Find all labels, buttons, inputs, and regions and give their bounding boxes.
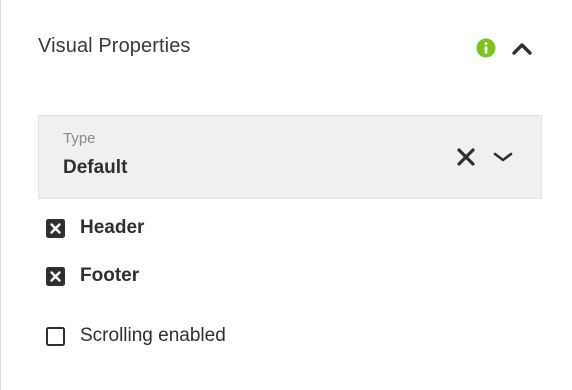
clear-selection-button[interactable] — [455, 146, 477, 168]
header-checkbox-row[interactable]: Header — [46, 217, 446, 241]
panel-title: Visual Properties — [38, 35, 191, 57]
scrolling-checkbox[interactable] — [46, 327, 65, 346]
footer-checkbox[interactable] — [46, 267, 65, 286]
collapse-button[interactable] — [510, 38, 534, 58]
type-select[interactable]: Type Default — [38, 115, 542, 199]
type-select-label: Type — [63, 130, 96, 147]
dropdown-toggle-button[interactable] — [491, 147, 515, 167]
chevron-up-icon — [512, 43, 532, 55]
panel-header: Visual Properties — [38, 33, 536, 63]
type-select-value: Default — [63, 157, 128, 178]
footer-checkbox-label: Footer — [80, 265, 140, 286]
scrolling-checkbox-row[interactable]: Scrolling enabled — [46, 325, 446, 349]
footer-checkbox-row[interactable]: Footer — [46, 265, 446, 289]
info-icon[interactable] — [476, 38, 496, 58]
header-checkbox[interactable] — [46, 219, 65, 238]
chevron-down-icon — [493, 152, 513, 162]
scrolling-checkbox-label: Scrolling enabled — [80, 325, 226, 346]
visual-properties-panel: Visual Properties Type Default Header Fo… — [0, 0, 572, 390]
header-checkbox-label: Header — [80, 217, 145, 238]
close-icon — [457, 148, 475, 166]
